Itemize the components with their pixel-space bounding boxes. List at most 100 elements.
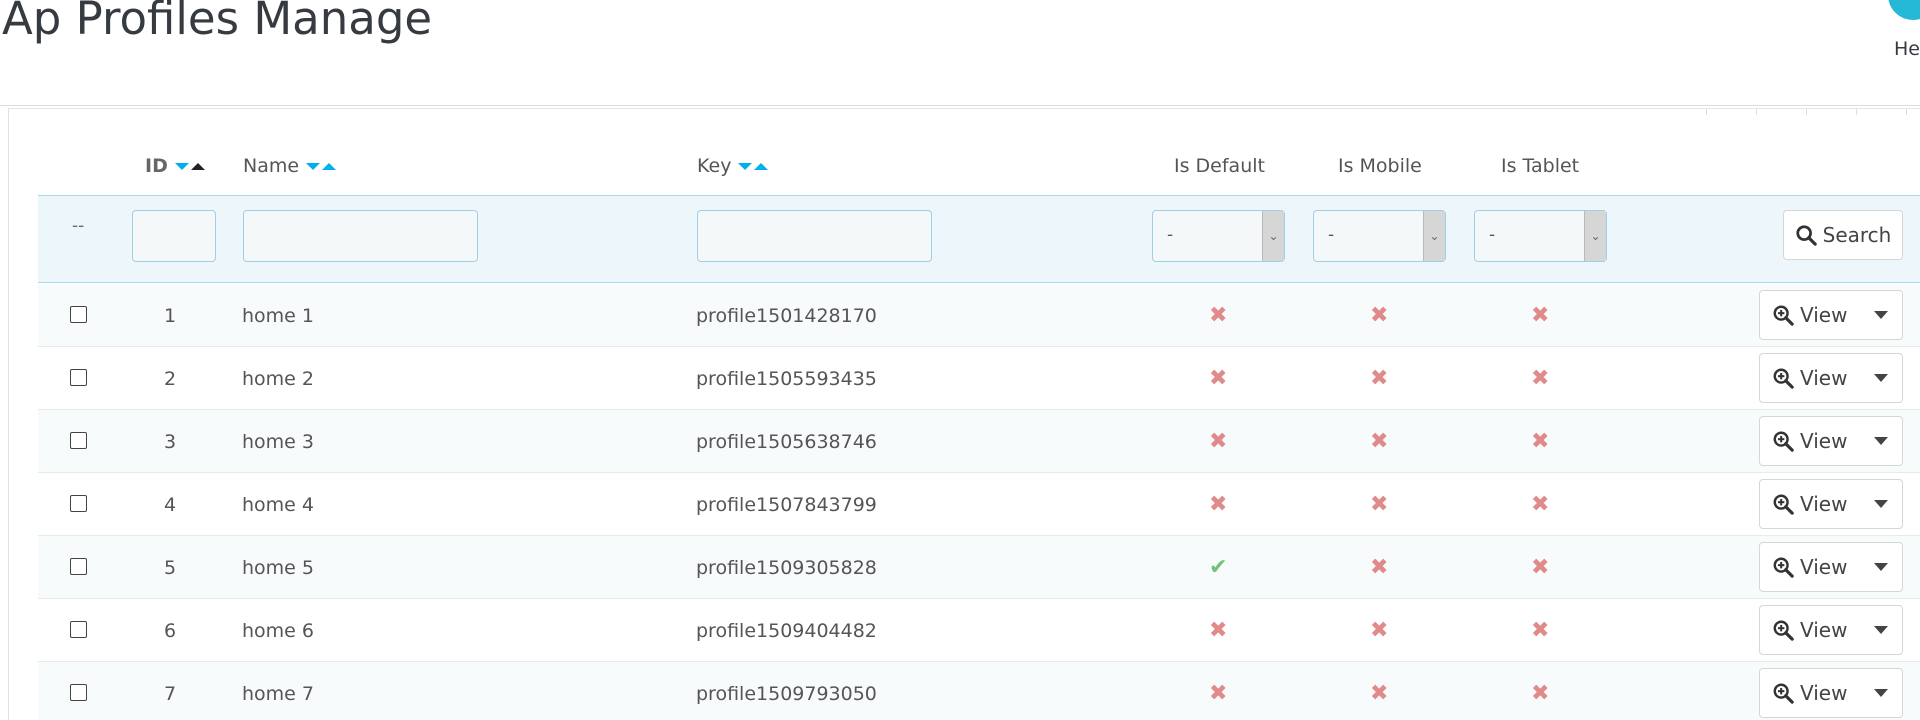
dropdown-toggle-icon[interactable]: [1874, 626, 1888, 634]
table-row[interactable]: 6 home 6 profile1509404482 ✖ ✖ ✖ View: [38, 599, 1920, 662]
table-row[interactable]: 7 home 7 profile1509793050 ✖ ✖ ✖ View: [38, 662, 1920, 720]
search-button-label: Search: [1822, 223, 1892, 247]
is-default-cell: ✖: [1209, 284, 1227, 347]
id-filter-input[interactable]: [132, 210, 216, 262]
sort-asc-icon[interactable]: [190, 162, 205, 170]
is-mobile-cell: ✖: [1370, 662, 1388, 720]
view-button-label: View: [1800, 618, 1848, 642]
is-tablet-cell: ✖: [1531, 473, 1549, 536]
column-header-is-mobile: Is Mobile: [1338, 155, 1422, 177]
is-mobile-cell: ✖: [1370, 410, 1388, 473]
sort-desc-icon[interactable]: [174, 162, 189, 170]
key-cell: profile1501428170: [696, 304, 877, 327]
name-cell: home 4: [242, 493, 314, 516]
cross-icon: ✖: [1370, 303, 1389, 328]
dropdown-toggle-icon[interactable]: [1874, 563, 1888, 571]
chevron-down-icon[interactable]: ⌄: [1262, 211, 1284, 261]
row-checkbox[interactable]: [70, 684, 87, 701]
name-cell: home 6: [242, 619, 314, 642]
view-button[interactable]: View: [1760, 555, 1866, 579]
is-mobile-cell: ✖: [1370, 347, 1388, 410]
name-cell: home 1: [242, 304, 314, 327]
is-default-cell: ✔: [1209, 536, 1227, 599]
table-row[interactable]: 5 home 5 profile1509305828 ✔ ✖ ✖ View: [38, 536, 1920, 599]
view-button[interactable]: View: [1760, 366, 1866, 390]
chevron-down-icon[interactable]: ⌄: [1584, 211, 1606, 261]
is-default-cell: ✖: [1209, 410, 1227, 473]
cross-icon: ✖: [1209, 618, 1228, 643]
filter-row: -- - ⌄ - ⌄ - ⌄ Search: [38, 195, 1920, 283]
sort-asc-icon[interactable]: [322, 162, 337, 170]
table-row[interactable]: 1 home 1 profile1501428170 ✖ ✖ ✖ View: [38, 284, 1920, 347]
id-cell: 4: [164, 493, 177, 516]
cross-icon: ✖: [1209, 366, 1228, 391]
cross-icon: ✖: [1370, 492, 1389, 517]
dropdown-toggle-icon[interactable]: [1874, 689, 1888, 697]
sort-controls-name[interactable]: [306, 162, 337, 170]
sort-asc-icon[interactable]: [754, 162, 769, 170]
view-button-label: View: [1800, 555, 1848, 579]
row-actions: View: [1759, 542, 1903, 592]
row-checkbox[interactable]: [70, 369, 87, 386]
is-tablet-cell: ✖: [1531, 662, 1549, 720]
dropdown-toggle-icon[interactable]: [1874, 437, 1888, 445]
view-button[interactable]: View: [1760, 681, 1866, 705]
page-title: Ap Profiles Manage: [2, 0, 433, 45]
cross-icon: ✖: [1370, 681, 1389, 706]
row-checkbox[interactable]: [70, 306, 87, 323]
is-default-selected: -: [1167, 225, 1174, 245]
table-row[interactable]: 4 home 4 profile1507843799 ✖ ✖ ✖ View: [38, 473, 1920, 536]
panel-toolbar: [1706, 109, 1920, 115]
view-button-label: View: [1800, 429, 1848, 453]
dropdown-toggle-icon[interactable]: [1874, 500, 1888, 508]
key-cell: profile1505638746: [696, 430, 877, 453]
name-filter-input[interactable]: [243, 210, 478, 262]
is-mobile-selected: -: [1328, 225, 1335, 245]
sort-controls-id[interactable]: [174, 162, 205, 170]
is-mobile-cell: ✖: [1370, 536, 1388, 599]
zoom-in-icon: [1773, 557, 1794, 578]
cross-icon: ✖: [1531, 492, 1550, 517]
id-cell: 3: [164, 430, 177, 453]
chevron-down-icon[interactable]: ⌄: [1423, 211, 1445, 261]
column-header-name[interactable]: Name: [243, 137, 337, 195]
is-mobile-filter-select[interactable]: - ⌄: [1313, 210, 1446, 262]
view-button[interactable]: View: [1760, 492, 1866, 516]
view-button[interactable]: View: [1760, 429, 1866, 453]
help-label[interactable]: He: [1894, 38, 1920, 60]
column-header-key[interactable]: Key: [697, 137, 769, 195]
check-icon: ✔: [1209, 555, 1228, 580]
row-checkbox[interactable]: [70, 432, 87, 449]
sort-desc-icon[interactable]: [738, 162, 753, 170]
row-checkbox[interactable]: [70, 558, 87, 575]
is-default-cell: ✖: [1209, 599, 1227, 662]
sort-controls-key[interactable]: [738, 162, 769, 170]
dropdown-toggle-icon[interactable]: [1874, 374, 1888, 382]
search-button[interactable]: Search: [1783, 210, 1903, 260]
dropdown-toggle-icon[interactable]: [1874, 311, 1888, 319]
view-button[interactable]: View: [1760, 618, 1866, 642]
zoom-in-icon: [1773, 620, 1794, 641]
sort-desc-icon[interactable]: [306, 162, 321, 170]
row-checkbox[interactable]: [70, 621, 87, 638]
is-tablet-filter-select[interactable]: - ⌄: [1474, 210, 1607, 262]
is-mobile-cell: ✖: [1370, 599, 1388, 662]
cross-icon: ✖: [1370, 618, 1389, 643]
is-tablet-cell: ✖: [1531, 284, 1549, 347]
bulk-placeholder: --: [72, 216, 85, 236]
view-button[interactable]: View: [1760, 303, 1866, 327]
table-row[interactable]: 2 home 2 profile1505593435 ✖ ✖ ✖ View: [38, 347, 1920, 410]
key-filter-input[interactable]: [697, 210, 932, 262]
is-default-filter-select[interactable]: - ⌄: [1152, 210, 1285, 262]
row-checkbox[interactable]: [70, 495, 87, 512]
cross-icon: ✖: [1209, 681, 1228, 706]
column-header-id[interactable]: ID: [145, 137, 205, 195]
view-button-label: View: [1800, 492, 1848, 516]
help-icon[interactable]: [1888, 0, 1920, 20]
table-row[interactable]: 3 home 3 profile1505638746 ✖ ✖ ✖ View: [38, 410, 1920, 473]
is-default-cell: ✖: [1209, 473, 1227, 536]
column-header-is-tablet: Is Tablet: [1501, 155, 1580, 177]
row-actions: View: [1759, 416, 1903, 466]
name-cell: home 5: [242, 556, 314, 579]
zoom-in-icon: [1773, 683, 1794, 704]
